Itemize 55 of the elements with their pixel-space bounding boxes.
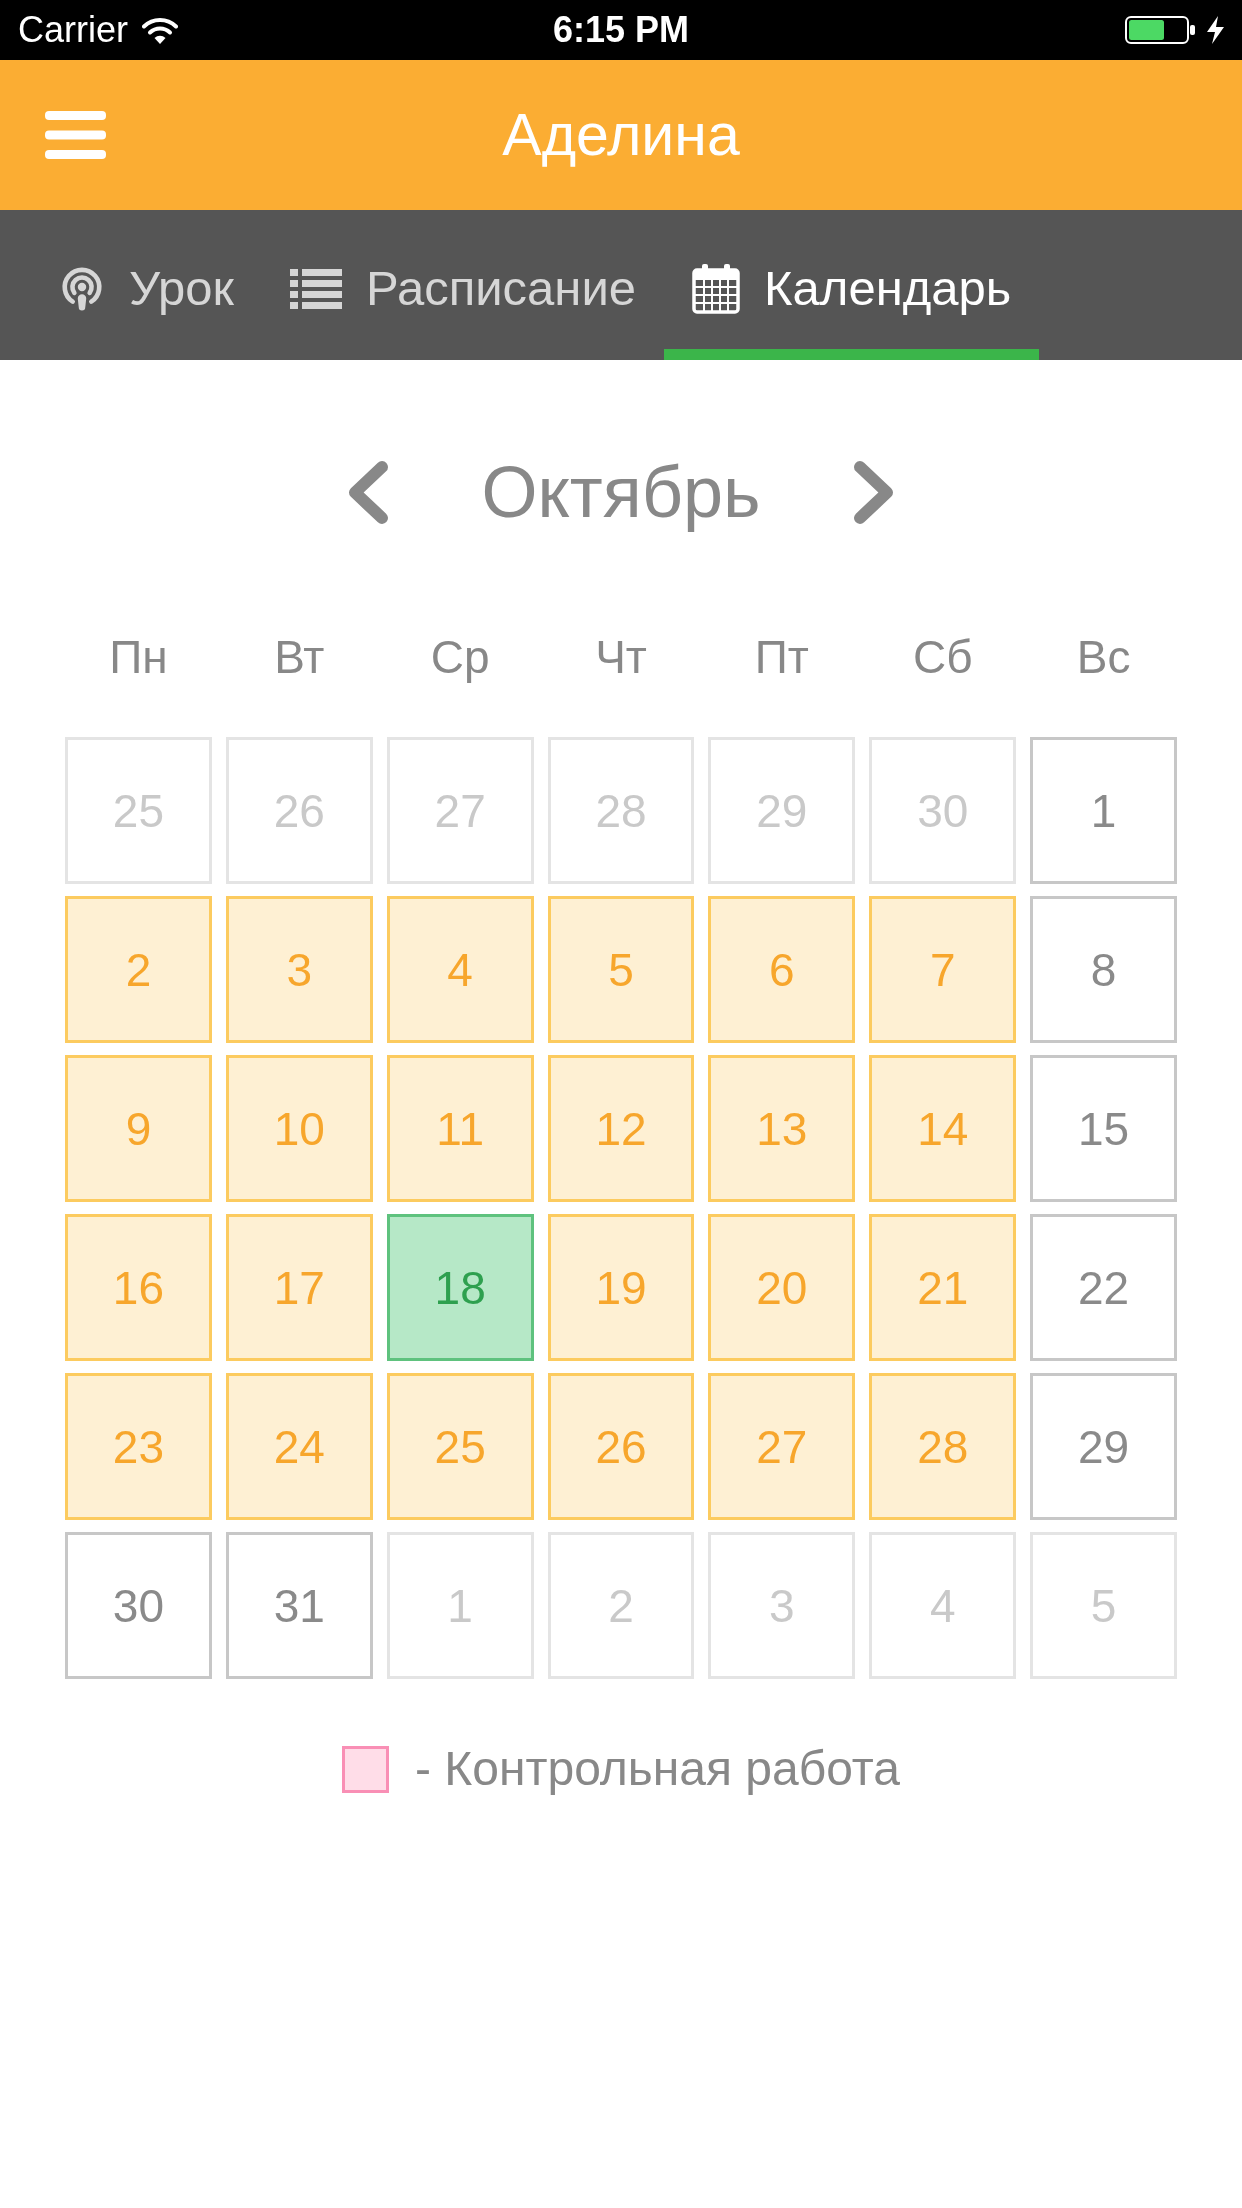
status-time: 6:15 PM [552,12,690,48]
carrier-label: Carrier [18,12,128,48]
calendar-day[interactable]: 24 [225,1373,373,1520]
calendar-day[interactable]: 2 [65,896,212,1043]
calendar-day[interactable]: 27 [708,1373,856,1520]
chevron-left-icon [347,459,390,525]
battery-icon [1125,16,1195,44]
calendar-day[interactable]: 31 [225,1532,373,1679]
calendar-day[interactable]: 1 [1030,737,1177,884]
legend-label: - Контрольная работа [415,1745,900,1793]
calendar-day[interactable]: 16 [65,1214,212,1361]
calendar-day[interactable]: 29 [1030,1373,1177,1520]
calendar-day[interactable]: 5 [547,896,695,1043]
calendar-icon [692,263,741,314]
calendar-day[interactable]: 12 [547,1055,695,1202]
weekday-label: Вс [1076,634,1131,680]
calendar-day[interactable]: 14 [869,1055,1017,1202]
header-title: Аделина [502,105,740,165]
calendar-day[interactable]: 13 [708,1055,856,1202]
calendar-day[interactable]: 25 [386,1373,534,1520]
calendar-day[interactable]: 6 [708,896,856,1043]
calendar-day[interactable]: 8 [1030,896,1177,1043]
chevron-right-icon [852,459,895,525]
wifi-icon [142,16,178,44]
calendar-day[interactable]: 15 [1030,1055,1177,1202]
menu-button[interactable] [45,111,106,159]
weekday-label: Пт [754,634,809,680]
calendar-day[interactable]: 4 [386,896,534,1043]
calendar-day[interactable]: 10 [225,1055,373,1202]
weekday-label: Сб [912,634,973,680]
calendar-day[interactable]: 26 [547,1373,695,1520]
calendar-day[interactable]: 20 [708,1214,856,1361]
calendar-day[interactable]: 3 [225,896,373,1043]
calendar-day[interactable]: 30 [65,1532,212,1679]
calendar-day[interactable]: 9 [65,1055,212,1202]
weekday-label: Чт [595,634,647,680]
tab[interactable]: Расписание [261,210,665,360]
calendar-day[interactable]: 19 [547,1214,695,1361]
tab[interactable]: Календарь [664,210,1040,360]
calendar-day[interactable]: 21 [869,1214,1017,1361]
tab[interactable]: Урок [31,210,262,360]
calendar-day[interactable]: 18 [386,1214,534,1361]
charging-bolt-icon [1207,16,1224,44]
list-icon [289,268,342,309]
weekday-label: Пн [109,634,168,680]
previous-month-button[interactable] [347,459,390,525]
calendar-day[interactable]: 22 [1030,1214,1177,1361]
menu-icon [45,111,106,159]
calendar-day[interactable]: 7 [869,896,1017,1043]
calendar-day[interactable]: 11 [386,1055,534,1202]
calendar-day[interactable]: 17 [225,1214,373,1361]
next-month-button[interactable] [852,459,895,525]
weekday-label: Вт [274,634,325,680]
calendar-day[interactable]: 23 [65,1373,212,1520]
calendar-day[interactable]: 28 [869,1373,1017,1520]
